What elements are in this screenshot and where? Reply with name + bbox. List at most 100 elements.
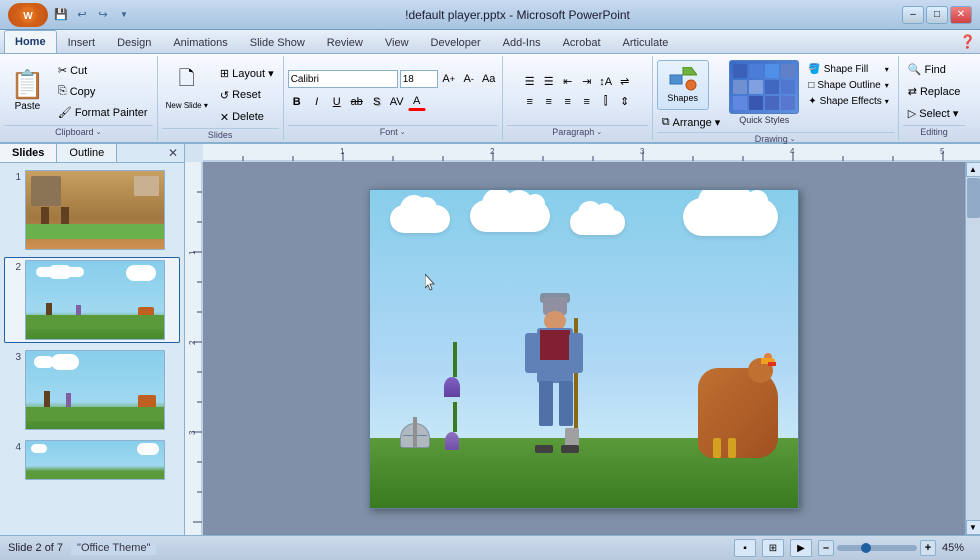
font-color-btn[interactable]: A [408, 93, 426, 111]
outline-tab[interactable]: Outline [57, 144, 117, 162]
slides-group-label[interactable]: Slides [162, 128, 279, 141]
paste-btn[interactable]: 📋 Paste [4, 58, 51, 124]
shadow-btn[interactable]: S [368, 93, 386, 111]
new-slide-btn[interactable]: 🗋 New Slide ▾ [162, 62, 212, 112]
shape-fill-arrow: ▾ [885, 65, 889, 74]
select-btn[interactable]: ▷ Select ▾ [903, 104, 964, 124]
scroll-track[interactable] [966, 177, 980, 520]
tab-design[interactable]: Design [106, 31, 162, 53]
center-btn[interactable]: ≡ [540, 93, 558, 111]
delete-btn[interactable]: ✕ Delete [215, 107, 279, 127]
undo-qa-btn[interactable]: ↩ [73, 6, 91, 24]
underline-btn[interactable]: U [328, 93, 346, 111]
redo-qa-btn[interactable]: ↪ [94, 6, 112, 24]
italic-btn[interactable]: I [308, 93, 326, 111]
format-painter-btn[interactable]: 🖌 Format Painter [53, 103, 153, 123]
increase-indent-btn[interactable]: ⇥ [578, 73, 596, 91]
normal-view-btn[interactable]: ▪ [734, 539, 756, 557]
shape-effects-icon: ✦ [808, 96, 816, 107]
new-slide-top[interactable]: 🗋 [174, 62, 200, 100]
quick-styles-box[interactable] [729, 60, 799, 114]
slide-show-btn[interactable]: ▶ [790, 539, 812, 557]
shape-effects-arrow: ▾ [885, 97, 889, 106]
tab-animations[interactable]: Animations [162, 31, 238, 53]
char-spacing-btn[interactable]: AV [388, 93, 406, 111]
decrease-indent-btn[interactable]: ⇤ [559, 73, 577, 91]
shape-fill-btn[interactable]: 🪣 Shape Fill ▾ [803, 62, 894, 77]
bold-btn[interactable]: B [288, 93, 306, 111]
bullets-btn[interactable]: ☰ [521, 73, 539, 91]
zoom-in-btn[interactable]: + [920, 540, 936, 556]
font-name-select[interactable] [288, 70, 398, 88]
arrange-btn[interactable]: ⧉ Arrange ▾ [657, 112, 726, 132]
columns-btn[interactable]: ⫿ [597, 93, 615, 111]
svg-text:1: 1 [188, 250, 197, 255]
tab-articulate[interactable]: Articulate [612, 31, 680, 53]
scroll-up-btn[interactable]: ▲ [966, 162, 980, 177]
copy-btn[interactable]: ⎘ Copy [53, 82, 153, 102]
slide-thumb-3[interactable]: 3 [4, 347, 180, 433]
vertical-scrollbar[interactable]: ▲ ▼ [965, 162, 980, 535]
shape-outline-btn[interactable]: □ Shape Outline ▾ [803, 78, 894, 93]
line-spacing-btn[interactable]: ⇕ [616, 93, 634, 111]
replace-btn[interactable]: ⇄ Replace [903, 82, 966, 102]
tab-home[interactable]: Home [4, 30, 57, 53]
tab-acrobat[interactable]: Acrobat [552, 31, 612, 53]
tab-developer[interactable]: Developer [420, 31, 492, 53]
tab-view[interactable]: View [374, 31, 420, 53]
font-group-label[interactable]: Font ⌄ [288, 125, 498, 138]
align-left-btn[interactable]: ≡ [521, 93, 539, 111]
slide-thumb-1[interactable]: 1 [4, 167, 180, 253]
decrease-font-btn[interactable]: A- [460, 70, 478, 88]
minimize-btn[interactable]: – [902, 6, 924, 24]
shapes-btn[interactable]: Shapes [657, 60, 709, 110]
maximize-btn[interactable]: □ [926, 6, 948, 24]
tab-insert[interactable]: Insert [57, 31, 107, 53]
new-slide-icon: 🗋 [179, 64, 195, 98]
slide-thumb-4[interactable]: 4 [4, 437, 180, 483]
help-btn[interactable]: ❓ [960, 30, 980, 53]
qa-dropdown-btn[interactable]: ▼ [115, 6, 133, 24]
arrange-icon: ⧉ [662, 116, 670, 129]
select-label: Select ▾ [919, 107, 958, 120]
scroll-thumb[interactable] [967, 178, 980, 218]
close-btn[interactable]: ✕ [950, 6, 972, 24]
paragraph-group: ☰ ☰ ⇤ ⇥ ↕A ⇌ ≡ ≡ ≡ ≡ ⫿ ⇕ Paragraph ⌄ [503, 56, 653, 140]
slide-canvas[interactable] [203, 162, 965, 535]
justify-btn[interactable]: ≡ [578, 93, 596, 111]
numbered-btn[interactable]: ☰ [540, 73, 558, 91]
convert-smartart-btn[interactable]: ⇌ [616, 73, 634, 91]
ribbon-tabs: Home Insert Design Animations Slide Show… [0, 30, 980, 54]
zoom-slider[interactable]: – + [818, 540, 936, 556]
save-qa-btn[interactable]: 💾 [52, 6, 70, 24]
shape-effects-btn[interactable]: ✦ Shape Effects ▾ [803, 94, 894, 109]
increase-font-btn[interactable]: A+ [440, 70, 458, 88]
cut-btn[interactable]: ✂ Cut [53, 61, 153, 81]
slides-list: 1 2 [0, 163, 184, 535]
paragraph-group-label[interactable]: Paragraph ⌄ [507, 125, 648, 138]
align-right-btn[interactable]: ≡ [559, 93, 577, 111]
canvas-area: 1 2 3 4 5 [185, 144, 980, 535]
slide-thumb-2[interactable]: 2 [4, 257, 180, 343]
tab-addins[interactable]: Add-Ins [492, 31, 552, 53]
quick-access-toolbar: 💾 ↩ ↪ ▼ [52, 6, 133, 24]
tab-slideshow[interactable]: Slide Show [239, 31, 316, 53]
reset-btn[interactable]: ↺ Reset [215, 85, 279, 105]
slides-tab[interactable]: Slides [0, 144, 57, 162]
clipboard-label[interactable]: Clipboard ⌄ [4, 125, 153, 138]
tab-review[interactable]: Review [316, 31, 374, 53]
layout-btn[interactable]: ⊞ Layout ▾ [215, 63, 279, 83]
slide-sorter-btn[interactable]: ⊞ [762, 539, 784, 557]
strikethrough-btn[interactable]: ab [348, 93, 366, 111]
scroll-down-btn[interactable]: ▼ [966, 520, 980, 535]
zoom-out-btn[interactable]: – [818, 540, 834, 556]
clear-format-btn[interactable]: Aa [480, 70, 498, 88]
zoom-track[interactable] [837, 545, 917, 551]
font-size-select[interactable] [400, 70, 438, 88]
new-slide-dropdown[interactable]: New Slide ▾ [162, 100, 212, 112]
text-dir-btn[interactable]: ↕A [597, 73, 615, 91]
find-btn[interactable]: 🔍 Find [903, 60, 951, 80]
delete-icon: ✕ [220, 111, 229, 124]
office-button[interactable]: W [8, 3, 48, 27]
slides-panel-close[interactable]: ✕ [162, 144, 184, 162]
